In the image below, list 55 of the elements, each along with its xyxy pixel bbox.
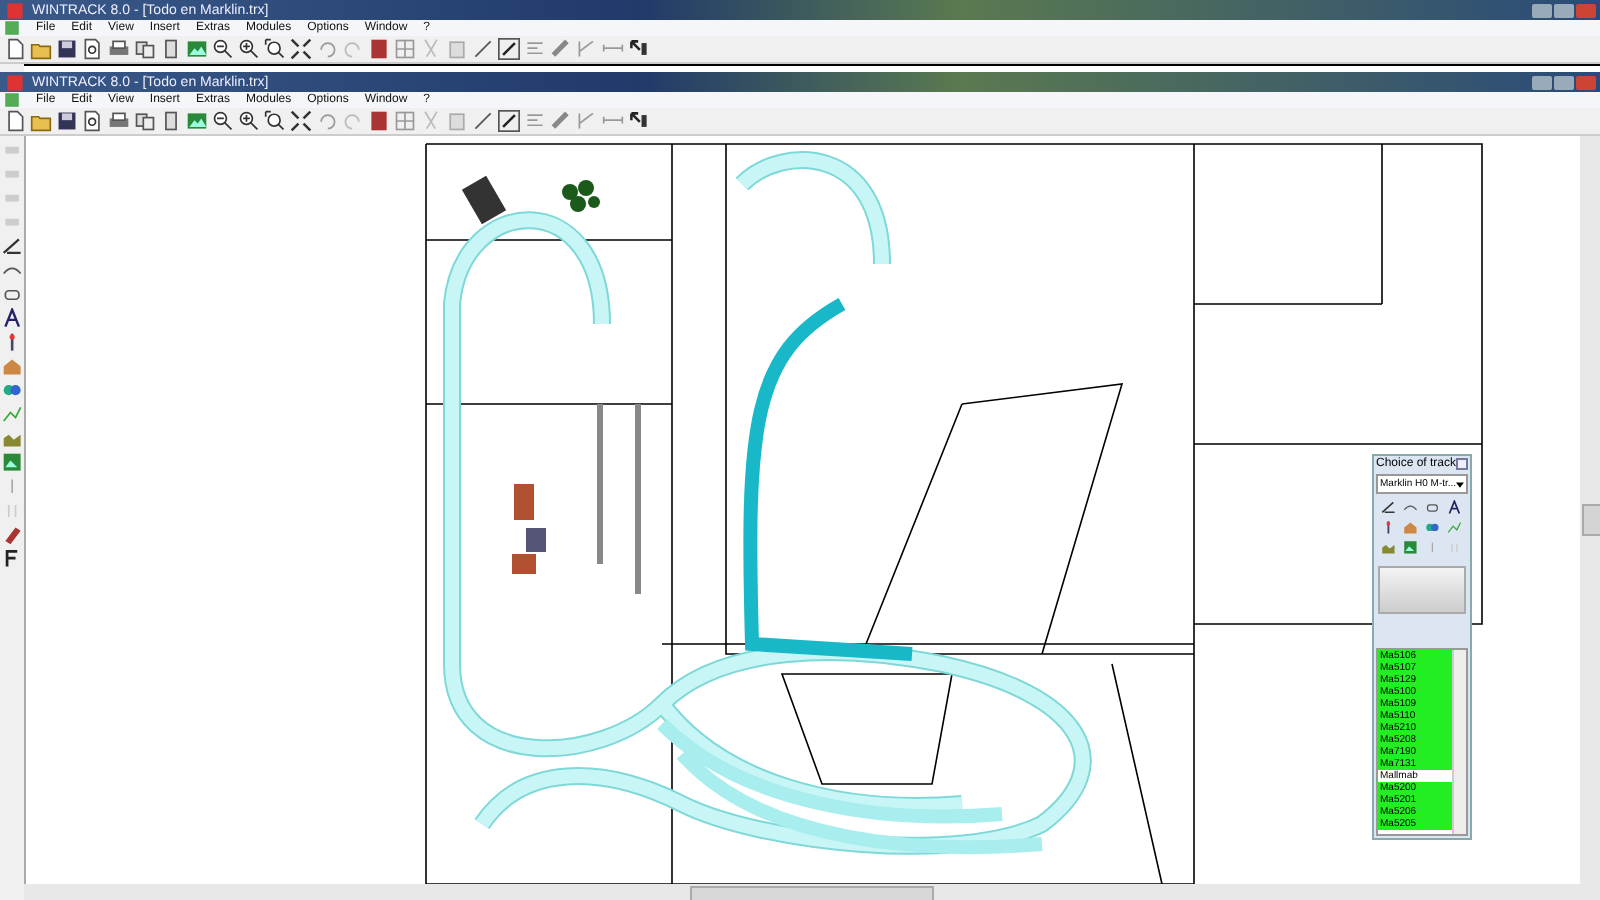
line-icon[interactable] — [472, 110, 494, 132]
pencil-icon[interactable] — [498, 38, 520, 60]
letter-icon[interactable] — [1446, 500, 1464, 516]
eraser-icon[interactable] — [1, 524, 23, 546]
horizontal-scrollbar[interactable] — [24, 884, 1600, 900]
switch-icon[interactable] — [576, 110, 598, 132]
zoom-in-icon[interactable] — [238, 110, 260, 132]
minimize-button[interactable] — [1532, 3, 1552, 17]
font-icon[interactable] — [1, 548, 23, 570]
close-button[interactable] — [1456, 458, 1468, 470]
printer-icon[interactable] — [108, 38, 130, 60]
print-preview-icon[interactable] — [82, 110, 104, 132]
switch-icon[interactable] — [576, 38, 598, 60]
grid-icon[interactable] — [394, 110, 416, 132]
tunnel-icon[interactable] — [1424, 500, 1442, 516]
landscape-icon[interactable] — [1402, 540, 1420, 556]
list-scrollbar[interactable] — [1452, 650, 1466, 834]
track-preview — [1378, 566, 1466, 614]
grid-icon[interactable] — [394, 38, 416, 60]
scrollbar-thumb[interactable] — [1582, 504, 1600, 536]
trees-drawing — [562, 180, 600, 212]
save-icon[interactable] — [56, 38, 78, 60]
document-icon[interactable] — [160, 110, 182, 132]
vertical-scrollbar[interactable] — [1580, 136, 1600, 884]
zoom-in-icon[interactable] — [238, 38, 260, 60]
tunnel-icon[interactable] — [1, 284, 23, 306]
copy-icon[interactable] — [134, 110, 156, 132]
zoom-fit-icon[interactable] — [290, 110, 312, 132]
zoom-out-icon[interactable] — [212, 38, 234, 60]
landscape-icon[interactable] — [186, 110, 208, 132]
zoom-window-icon[interactable] — [264, 38, 286, 60]
app-icon — [4, 71, 26, 93]
maximize-button[interactable] — [1554, 75, 1574, 89]
copy-icon[interactable] — [134, 38, 156, 60]
caret-icon — [1456, 481, 1464, 487]
bridge-icon[interactable] — [1402, 500, 1420, 516]
landscape-icon[interactable] — [186, 38, 208, 60]
landscape-icon[interactable] — [1, 452, 23, 474]
letter-icon[interactable] — [1, 308, 23, 330]
minimize-button[interactable] — [1532, 75, 1552, 89]
print-preview-icon[interactable] — [82, 38, 104, 60]
zoom-window-icon[interactable] — [264, 110, 286, 132]
zoom-fit-icon[interactable] — [290, 38, 312, 60]
buildings-drawing — [512, 484, 546, 574]
app-icon — [4, 0, 26, 21]
printer-icon[interactable] — [108, 110, 130, 132]
scrollbar-thumb[interactable] — [690, 886, 934, 900]
ruler-icon[interactable] — [1, 236, 23, 258]
maximize-button[interactable] — [1554, 3, 1574, 17]
pencil-icon[interactable] — [498, 110, 520, 132]
save-icon[interactable] — [56, 110, 78, 132]
zoom-out-icon[interactable] — [212, 110, 234, 132]
ruler-icon[interactable] — [1380, 500, 1398, 516]
line-icon[interactable] — [472, 38, 494, 60]
document-icon[interactable] — [160, 38, 182, 60]
